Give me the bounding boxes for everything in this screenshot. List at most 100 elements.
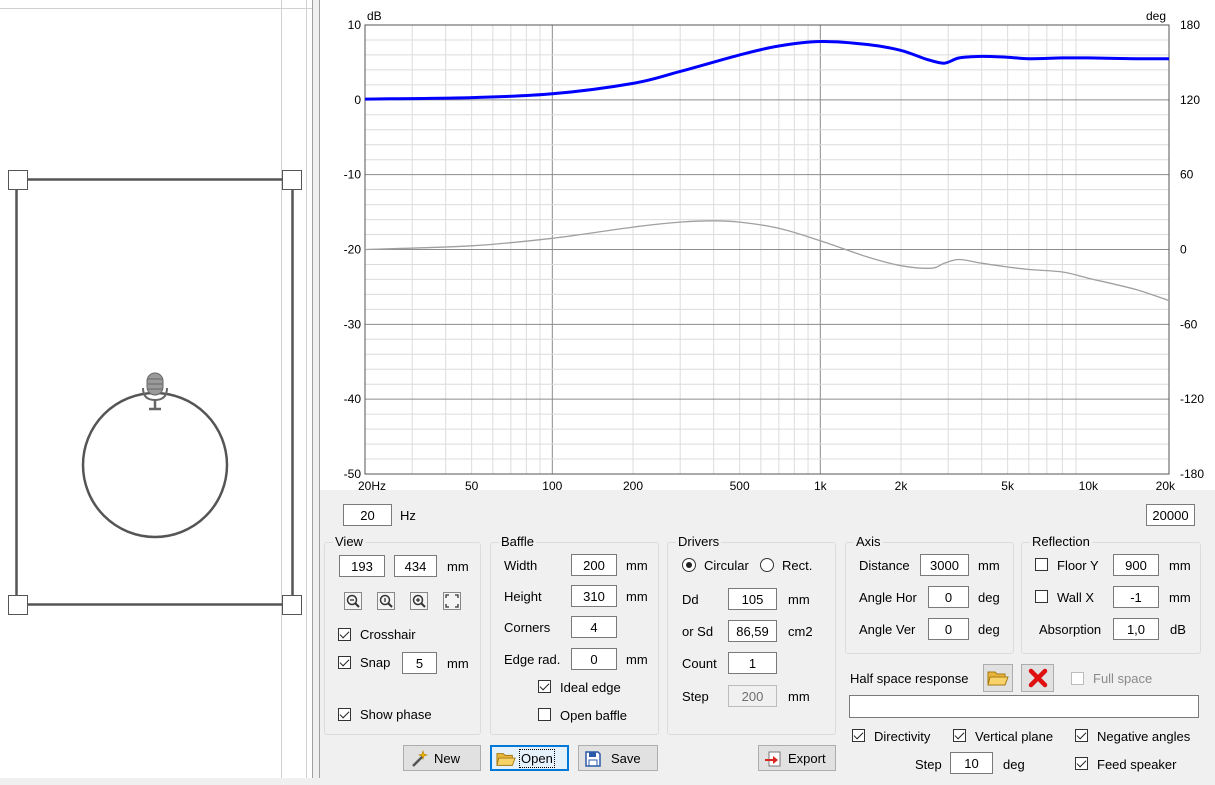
y-tick-label: -30 xyxy=(344,317,362,331)
x-tick-label: 500 xyxy=(730,479,750,490)
view-width-field[interactable] xyxy=(339,555,385,577)
vertical-plane-checkbox[interactable] xyxy=(953,729,966,742)
negative-angles-checkbox[interactable] xyxy=(1075,729,1088,742)
reflection-group-title: Reflection xyxy=(1030,534,1092,549)
zoom-out-icon[interactable] xyxy=(344,592,362,610)
directivity-label: Directivity xyxy=(874,729,931,744)
delete-x-icon xyxy=(1028,668,1048,688)
floppy-disk-icon xyxy=(585,751,601,767)
driver-step-unit: mm xyxy=(788,689,810,704)
save-button[interactable]: Save xyxy=(578,745,658,771)
x-tick-label: 100 xyxy=(542,479,562,490)
feed-speaker-label: Feed speaker xyxy=(1097,757,1177,772)
snap-label: Snap xyxy=(360,655,391,670)
export-button-label: Export xyxy=(788,751,826,766)
half-space-clear-button[interactable] xyxy=(1021,664,1054,692)
floor-checkbox[interactable] xyxy=(1035,558,1048,571)
freq-min-field[interactable] xyxy=(343,504,392,526)
negative-angles-label: Negative angles xyxy=(1097,729,1191,744)
absorption-field[interactable] xyxy=(1113,618,1159,640)
floor-unit: mm xyxy=(1169,558,1191,573)
distance-label: Distance xyxy=(859,558,910,573)
feed-speaker-checkbox[interactable] xyxy=(1075,757,1088,770)
drivers-group-title: Drivers xyxy=(676,534,722,549)
open-baffle-checkbox[interactable] xyxy=(538,708,551,721)
show-phase-checkbox[interactable] xyxy=(338,708,351,721)
x-tick-label: 5k xyxy=(1001,479,1015,490)
driver-step-field xyxy=(728,685,777,707)
half-space-path-field[interactable] xyxy=(849,695,1199,718)
y2-tick-label: 180 xyxy=(1180,18,1200,32)
rect-label: Rect. xyxy=(782,558,813,573)
baffle-drawing xyxy=(8,170,302,615)
baffle-corners-field[interactable] xyxy=(571,616,617,638)
directivity-step-field[interactable] xyxy=(950,752,993,774)
view-height-field[interactable] xyxy=(394,555,437,577)
new-button[interactable]: New xyxy=(403,745,481,771)
dd-unit: mm xyxy=(788,592,810,607)
open-button-label: Open xyxy=(519,749,555,768)
frequency-response-plot[interactable]: 10 0 -10 -20 -30 -40 -50 180 120 60 0 -60 -120 -180 dB… xyxy=(320,0,1215,490)
show-phase-label: Show phase xyxy=(360,707,432,722)
driver-step-label: Step xyxy=(682,689,709,704)
angle-ver-label: Angle Ver xyxy=(859,622,916,637)
baffle-edge-field[interactable] xyxy=(571,648,617,670)
sd-unit: cm2 xyxy=(788,624,813,639)
open-button[interactable]: Open xyxy=(490,745,569,771)
y2-tick-label: 60 xyxy=(1180,168,1194,182)
x-tick-label: 2k xyxy=(895,479,909,490)
x-tick-label: 50 xyxy=(465,479,479,490)
angle-ver-field[interactable] xyxy=(928,618,969,640)
wall-checkbox[interactable] xyxy=(1035,590,1048,603)
driver-circle xyxy=(81,391,229,539)
directivity-checkbox[interactable] xyxy=(852,729,865,742)
y-tick-label: 10 xyxy=(348,18,362,32)
ideal-edge-checkbox[interactable] xyxy=(538,680,551,693)
absorption-label: Absorption xyxy=(1039,622,1102,637)
rect-radio[interactable] xyxy=(760,558,774,572)
dd-field[interactable] xyxy=(728,588,777,610)
zoom-fit-icon[interactable] xyxy=(443,592,461,610)
floor-field[interactable] xyxy=(1113,554,1159,576)
axis-group-title: Axis xyxy=(854,534,883,549)
y-tick-label: -10 xyxy=(344,168,362,182)
circular-radio[interactable] xyxy=(682,558,696,572)
folder-open-icon xyxy=(987,671,1009,686)
resize-handle-top-right xyxy=(282,170,302,190)
snap-checkbox[interactable] xyxy=(338,656,351,669)
count-field[interactable] xyxy=(728,652,777,674)
zoom-100-icon[interactable] xyxy=(377,592,395,610)
baffle-canvas[interactable] xyxy=(0,0,313,778)
magic-wand-icon xyxy=(412,750,428,767)
sd-field[interactable] xyxy=(728,620,777,642)
sd-label: or Sd xyxy=(682,624,714,639)
half-space-open-button[interactable] xyxy=(983,664,1013,692)
x-tick-label: 20Hz xyxy=(358,479,386,490)
y-tick-label: -40 xyxy=(344,392,362,406)
x-tick-label: 1k xyxy=(814,479,828,490)
baffle-width-field[interactable] xyxy=(571,554,617,576)
half-space-label: Half space response xyxy=(850,671,969,686)
open-baffle-label: Open baffle xyxy=(560,708,627,723)
save-button-label: Save xyxy=(611,751,641,766)
angle-hor-field[interactable] xyxy=(928,586,969,608)
directivity-step-label: Step xyxy=(915,757,942,772)
splitter[interactable] xyxy=(313,0,320,778)
distance-field[interactable] xyxy=(920,554,969,576)
crosshair-checkbox[interactable] xyxy=(338,628,351,641)
wall-field[interactable] xyxy=(1113,586,1159,608)
freq-max-field[interactable] xyxy=(1146,504,1195,526)
snap-value-field[interactable] xyxy=(402,652,437,674)
baffle-height-field[interactable] xyxy=(571,585,617,607)
export-button[interactable]: Export xyxy=(758,745,836,771)
zoom-in-icon[interactable] xyxy=(410,592,428,610)
crosshair-label: Crosshair xyxy=(360,627,416,642)
export-icon xyxy=(765,751,781,767)
phase-curve xyxy=(364,220,1170,302)
y2-tick-label: -60 xyxy=(1180,317,1198,331)
chart-svg: 100-10-20-30-40-50180120600-60-120-180dB… xyxy=(344,9,1205,490)
microphone-icon xyxy=(142,372,168,411)
circular-label: Circular xyxy=(704,558,749,573)
view-unit-label: mm xyxy=(447,559,469,574)
y2-tick-label: 0 xyxy=(1180,243,1187,257)
